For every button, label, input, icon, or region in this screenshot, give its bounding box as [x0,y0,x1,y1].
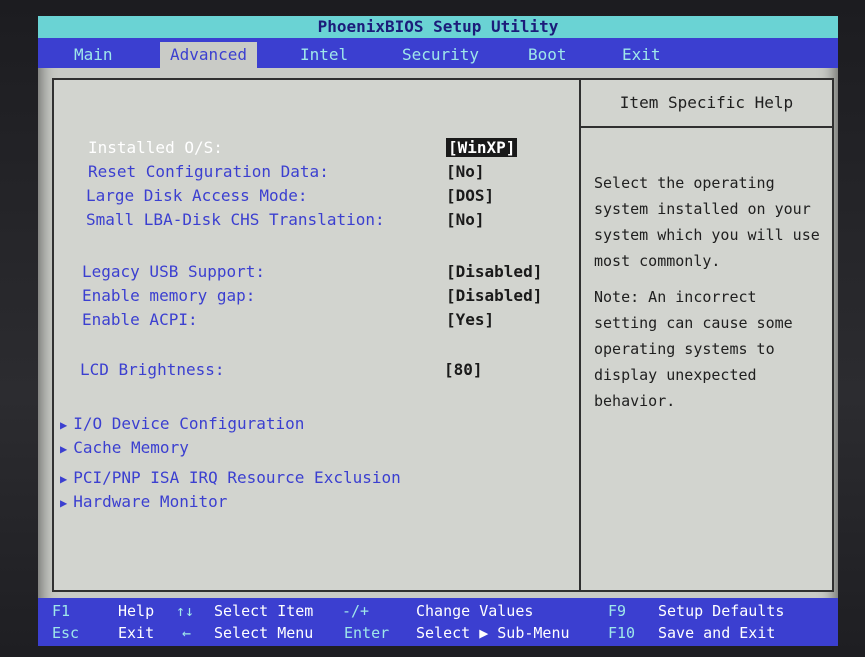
setting-value[interactable]: [No] [446,210,485,229]
f1-desc: Help [118,602,155,620]
tab-exit[interactable]: Exit [622,44,661,66]
setting-row-large-disk[interactable]: Large Disk Access Mode: [DOS] [54,186,574,210]
setting-value[interactable]: [No] [446,162,485,181]
setting-value[interactable]: [DOS] [446,186,494,205]
key-legend-footer: F1 Help ↑↓ Select Item -/+ Change Values… [38,598,838,646]
submenu-label: PCI/PNP ISA IRQ Resource Exclusion [73,468,401,487]
submenu-label: Hardware Monitor [73,492,228,511]
setup-defaults-desc: Setup Defaults [658,602,785,620]
setting-row-memory-gap[interactable]: Enable memory gap: [Disabled] [54,286,574,310]
submenu-label: Cache Memory [73,438,189,457]
panel-divider [579,80,581,590]
setting-label: Reset Configuration Data: [88,162,329,181]
setting-label: Legacy USB Support: [82,262,266,281]
arrow-left-right-icon: ← [182,624,192,642]
save-exit-desc: Save and Exit [658,624,776,642]
setting-label: Enable memory gap: [82,286,256,305]
setting-row-small-lba[interactable]: Small LBA-Disk CHS Translation: [No] [54,210,574,234]
select-submenu-desc: Select ▶ Sub-Menu [416,624,570,642]
select-item-desc: Select Item [214,602,314,620]
submenu-pci-pnp[interactable]: ▶ PCI/PNP ISA IRQ Resource Exclusion [60,468,401,487]
submenu-label: I/O Device Configuration [73,414,305,433]
setting-row-lcd-brightness[interactable]: LCD Brightness: [80] [54,360,574,384]
f10-key: F10 [608,624,636,642]
setting-label: Large Disk Access Mode: [86,186,308,205]
setting-label: Small LBA-Disk CHS Translation: [86,210,385,229]
tab-advanced[interactable]: Advanced [160,42,258,68]
setting-value[interactable]: [Disabled] [446,262,542,281]
menu-bar: Main Advanced Intel Security Boot Exit [38,38,838,68]
setting-value-selected[interactable]: [WinXP] [446,138,518,157]
setting-label: Enable ACPI: [82,310,198,329]
arrow-up-down-icon: ↑↓ [176,602,195,620]
esc-key: Esc [52,624,80,642]
plus-minus-key: -/+ [342,602,370,620]
help-note: Note: An incorrect setting can cause som… [594,288,793,410]
setting-value[interactable]: [Disabled] [446,286,542,305]
tab-security[interactable]: Security [402,44,479,66]
setting-value[interactable]: [Yes] [446,310,494,329]
setting-row-installed-os[interactable]: Installed O/S: [WinXP] [54,138,574,162]
settings-panel: Installed O/S: [WinXP] Reset Configurati… [52,78,834,592]
setting-row-acpi[interactable]: Enable ACPI: [Yes] [54,310,574,334]
submenu-hardware-monitor[interactable]: ▶ Hardware Monitor [60,492,227,511]
help-paragraph: Select the operating system installed on… [594,174,820,270]
change-values-desc: Change Values [416,602,534,620]
submenu-arrow-icon: ▶ [60,418,68,432]
help-text: Select the operating system installed on… [594,170,822,424]
tab-main[interactable]: Main [74,44,113,66]
tab-boot[interactable]: Boot [528,44,567,66]
setting-row-legacy-usb[interactable]: Legacy USB Support: [Disabled] [54,262,574,286]
setting-label: Installed O/S: [88,138,223,157]
bios-screen: PhoenixBIOS Setup Utility Main Advanced … [38,16,838,646]
submenu-arrow-icon: ▶ [60,496,68,510]
enter-key: Enter [344,624,390,642]
app-title: PhoenixBIOS Setup Utility [38,16,838,38]
tab-intel[interactable]: Intel [300,44,348,66]
f1-key: F1 [52,602,71,620]
exit-desc: Exit [118,624,155,642]
submenu-io-device[interactable]: ▶ I/O Device Configuration [60,414,304,433]
submenu-arrow-icon: ▶ [60,442,68,456]
select-menu-desc: Select Menu [214,624,314,642]
submenu-arrow-icon: ▶ [60,472,68,486]
setting-label: LCD Brightness: [80,360,225,379]
submenu-cache-memory[interactable]: ▶ Cache Memory [60,438,189,457]
help-title: Item Specific Help [581,80,832,128]
setting-value[interactable]: [80] [444,360,483,379]
f9-key: F9 [608,602,627,620]
setting-row-reset-config[interactable]: Reset Configuration Data: [No] [54,162,574,186]
